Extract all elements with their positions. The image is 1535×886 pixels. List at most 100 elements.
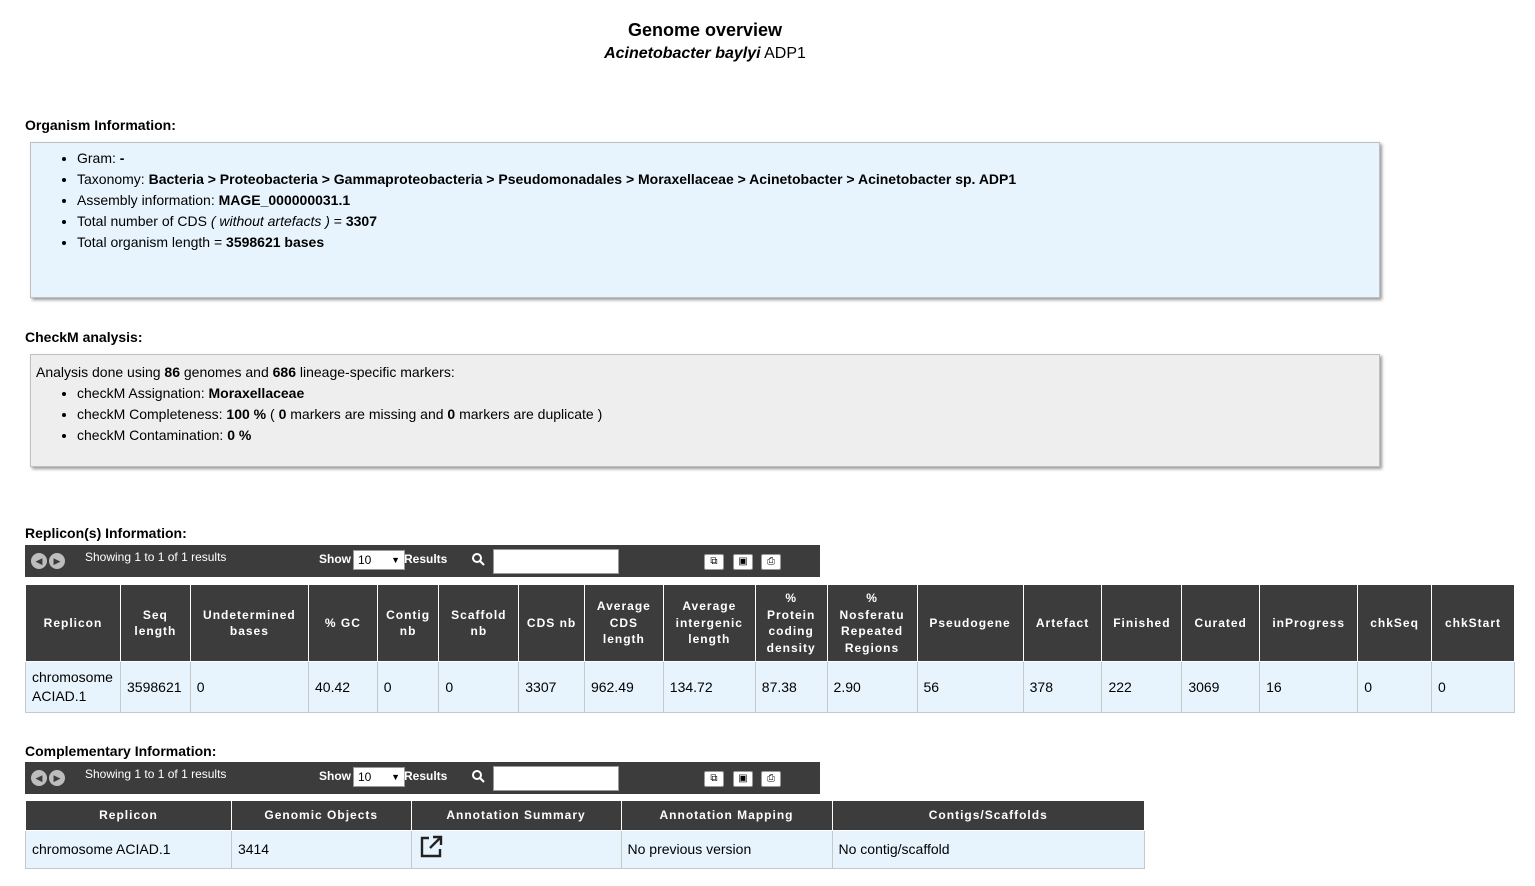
- copy-icon[interactable]: ⧉: [704, 554, 724, 570]
- page-size-value: 10: [358, 553, 372, 567]
- search-icon: [472, 770, 485, 786]
- show-label: Show: [319, 769, 351, 783]
- table-cell: 0: [376, 661, 440, 713]
- results-label: Results: [404, 552, 448, 566]
- col-header[interactable]: Replicon: [25, 800, 232, 831]
- col-header[interactable]: CDS nb: [518, 584, 585, 662]
- col-header[interactable]: % Nosferatu Repeated Regions: [826, 584, 918, 662]
- page-size-select[interactable]: 10 ▼: [353, 767, 405, 787]
- table-cell: No previous version: [620, 830, 833, 869]
- col-header[interactable]: chkSeq: [1357, 584, 1432, 662]
- table-cell: 3414: [230, 830, 412, 869]
- table-cell: 0: [189, 661, 310, 713]
- col-header[interactable]: Contig nb: [376, 584, 440, 662]
- col-header[interactable]: Finished: [1101, 584, 1183, 662]
- page-size-select[interactable]: 10 ▼: [353, 550, 405, 570]
- table-cell: 378: [1022, 661, 1103, 713]
- cds-value: 3307: [345, 213, 378, 229]
- prev-page-icon[interactable]: ◀: [31, 770, 47, 786]
- checkm-intro-text: lineage-specific markers:: [299, 364, 455, 380]
- checkm-assignation: checkM Assignation: Moraxellaceae: [77, 383, 1379, 404]
- taxonomy-item: Taxonomy: Bacteria > Proteobacteria > Ga…: [77, 169, 1379, 190]
- checkm-intro: Analysis done using 86 genomes and 686 l…: [36, 362, 1379, 382]
- showing-info: Showing 1 to 1 of 1 results: [85, 550, 227, 564]
- print-icon[interactable]: ⎙: [761, 554, 781, 570]
- col-header[interactable]: Average intergenic length: [662, 584, 756, 662]
- page-header: Genome overview Acinetobacter baylyi ADP…: [0, 20, 1410, 63]
- organism-info-title: Organism Information:: [25, 117, 176, 133]
- copy-icon[interactable]: ⧉: [704, 771, 724, 787]
- print-icon[interactable]: ⎙: [761, 771, 781, 787]
- show-label: Show: [319, 552, 351, 566]
- completeness-label: checkM Completeness:: [77, 406, 223, 422]
- col-header[interactable]: Pseudogene: [916, 584, 1024, 662]
- col-header[interactable]: Undetermined bases: [189, 584, 310, 662]
- cds-note: ( without artefacts ): [210, 213, 330, 229]
- save-icon[interactable]: ▣: [733, 554, 753, 570]
- table-cell: 0: [1357, 661, 1432, 713]
- col-header[interactable]: Annotation Mapping: [620, 800, 833, 831]
- page-title: Genome overview: [627, 20, 783, 40]
- checkm-intro-text: Analysis done using: [36, 364, 161, 380]
- comp-open: (: [270, 406, 275, 422]
- checkm-markers: 686: [272, 364, 296, 380]
- col-header[interactable]: Annotation Summary: [410, 800, 622, 831]
- search-icon: [472, 553, 485, 569]
- prev-page-icon[interactable]: ◀: [31, 553, 47, 569]
- organism-name: Acinetobacter baylyi ADP1: [0, 45, 1410, 63]
- col-header[interactable]: Seq length: [120, 584, 191, 662]
- organism-species: Acinetobacter baylyi: [604, 45, 761, 62]
- table-row: chromosome ACIAD.1 3414 No previous vers…: [25, 830, 1146, 869]
- comp-end: markers are duplicate ): [459, 406, 603, 422]
- table-cell: 16: [1259, 661, 1359, 713]
- col-header[interactable]: Contigs/Scaffolds: [831, 800, 1146, 831]
- checkm-title: CheckM analysis:: [25, 329, 143, 345]
- complementary-toolbar: ◀ ▶ Showing 1 to 1 of 1 results Show 10 ▼ …: [25, 762, 820, 794]
- save-icon[interactable]: ▣: [733, 771, 753, 787]
- organism-strain: ADP1: [764, 45, 806, 62]
- col-header[interactable]: inProgress: [1259, 584, 1359, 662]
- length-item: Total organism length = 3598621 bases: [77, 232, 1379, 253]
- annotation-summary-cell: [410, 830, 622, 869]
- col-header[interactable]: chkStart: [1430, 584, 1516, 662]
- cds-label: Total number of CDS: [77, 213, 207, 229]
- external-link-icon[interactable]: [418, 834, 444, 865]
- col-header[interactable]: Curated: [1181, 584, 1261, 662]
- checkm-genomes: 86: [164, 364, 180, 380]
- table-cell: 0: [438, 661, 520, 713]
- assembly-label: Assembly information:: [77, 192, 215, 208]
- gram-label: Gram:: [77, 150, 116, 166]
- next-page-icon[interactable]: ▶: [49, 770, 65, 786]
- length-label: Total organism length =: [77, 234, 223, 250]
- table-cell: 40.42: [308, 661, 378, 713]
- organism-info-panel: Gram: - Taxonomy: Bacteria > Proteobacte…: [30, 142, 1380, 298]
- replicons-header-row: Replicon Seq length Undetermined bases %…: [24, 584, 1516, 662]
- replicons-table: Replicon Seq length Undetermined bases %…: [24, 584, 1516, 713]
- replicons-toolbar: ◀ ▶ Showing 1 to 1 of 1 results Show 10 ▼ …: [25, 545, 820, 577]
- table-cell: No contig/scaffold: [831, 830, 1146, 869]
- assignation-label: checkM Assignation:: [77, 385, 205, 401]
- cds-eq: =: [333, 213, 342, 229]
- col-header[interactable]: Scaffold nb: [438, 584, 520, 662]
- next-page-icon[interactable]: ▶: [49, 553, 65, 569]
- duplicate-count: 0: [447, 406, 456, 422]
- contamination-label: checkM Contamination:: [77, 427, 224, 443]
- table-cell: 3069: [1181, 661, 1261, 713]
- col-header[interactable]: Replicon: [24, 584, 122, 662]
- search-input[interactable]: [493, 549, 619, 574]
- col-header[interactable]: % Protein coding density: [754, 584, 828, 662]
- complementary-table: Replicon Genomic Objects Annotation Summ…: [25, 800, 1146, 869]
- chevron-down-icon: ▼: [391, 772, 400, 782]
- chevron-down-icon: ▼: [391, 555, 400, 565]
- contamination-value: 0 %: [227, 427, 252, 443]
- complementary-title: Complementary Information:: [25, 743, 217, 759]
- col-header[interactable]: Average CDS length: [583, 584, 664, 662]
- col-header[interactable]: % GC: [308, 584, 378, 662]
- replicons-title: Replicon(s) Information:: [25, 525, 187, 541]
- col-header[interactable]: Genomic Objects: [230, 800, 412, 831]
- table-cell: 962.49: [583, 661, 664, 713]
- complementary-header-row: Replicon Genomic Objects Annotation Summ…: [25, 800, 1146, 831]
- search-input[interactable]: [493, 766, 619, 791]
- col-header[interactable]: Artefact: [1022, 584, 1103, 662]
- page-size-value: 10: [358, 770, 372, 784]
